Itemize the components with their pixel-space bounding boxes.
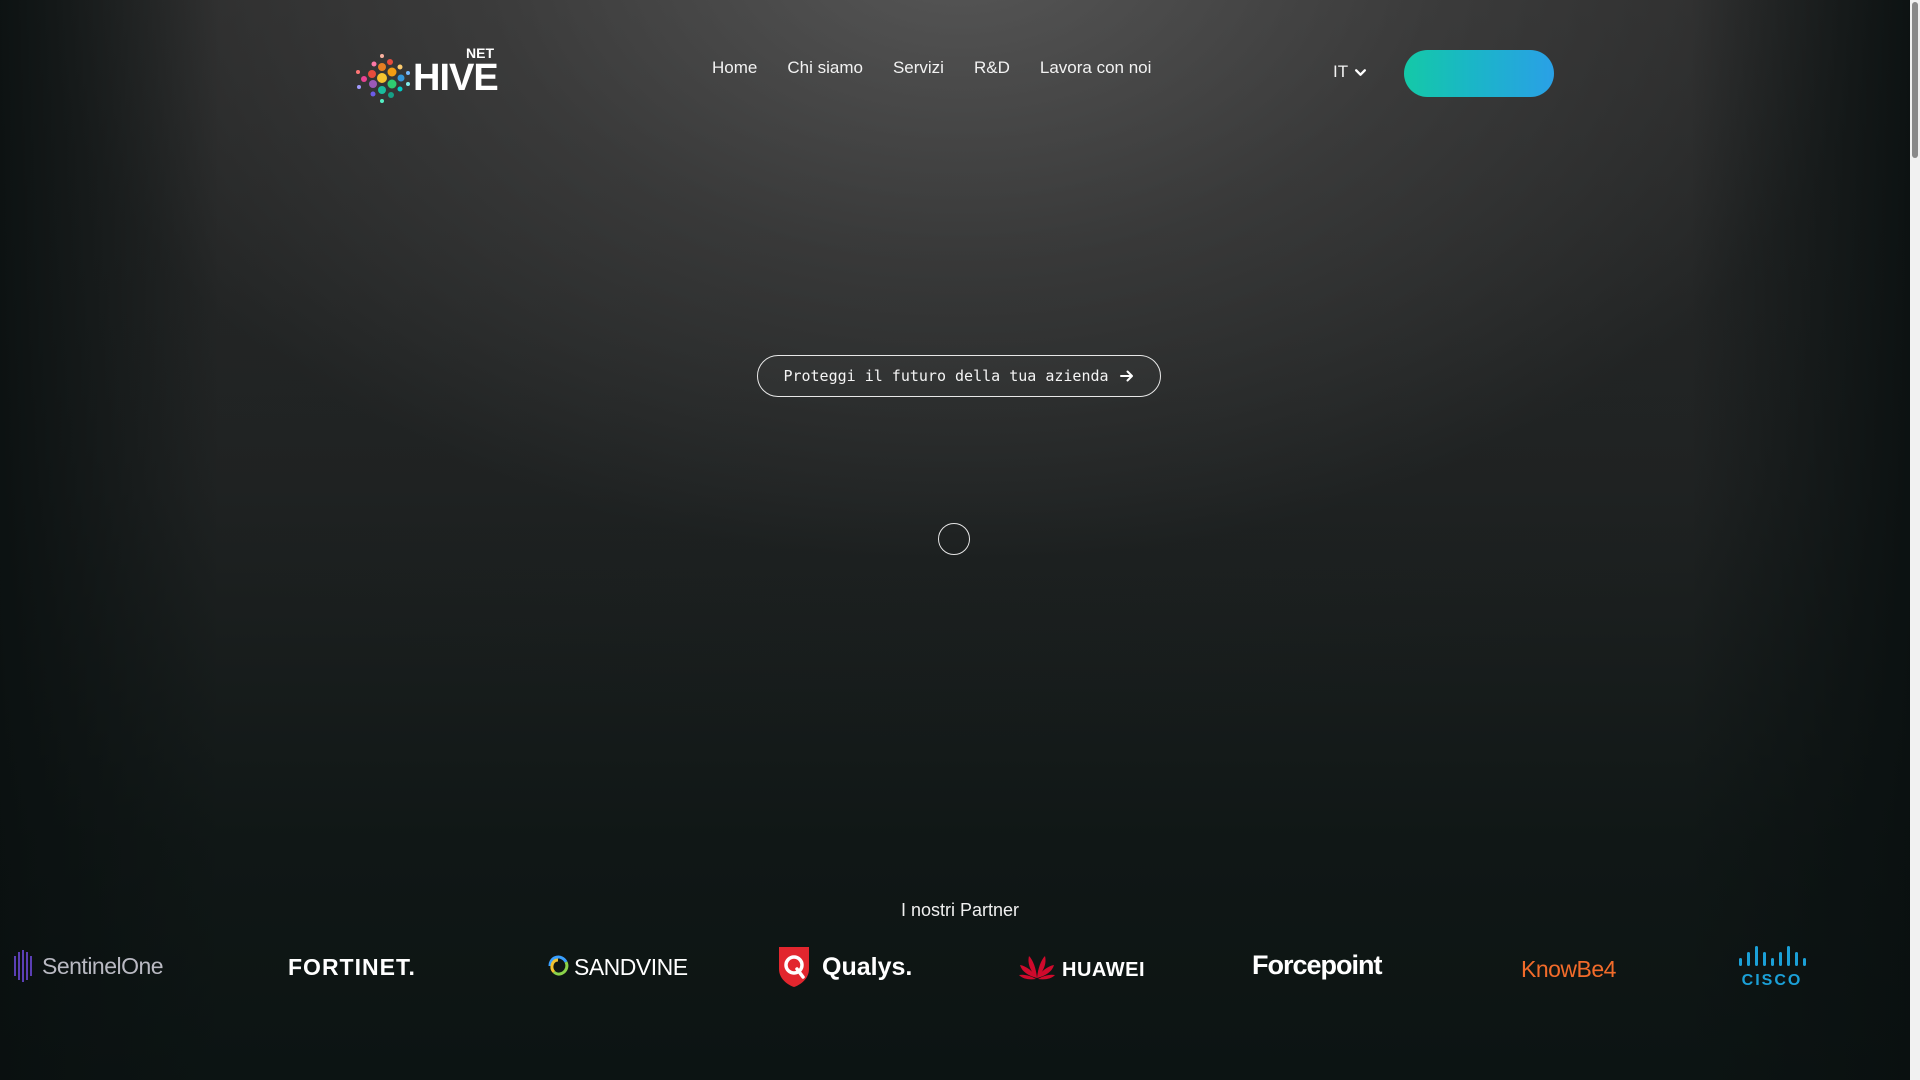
svg-text:CISCO: CISCO [1742,972,1803,988]
site-header: NET HIVE Home Chi siamo Servizi R&D Lavo… [0,0,1910,150]
sentinelone-mark-icon [14,950,32,982]
chevron-down-icon [1355,68,1367,76]
protect-future-button[interactable]: Proteggi il futuro della tua azienda [757,355,1161,397]
page-scrollbar[interactable] [1910,0,1920,1080]
partner-logo-sentinelone: SentinelOne [12,940,182,992]
sandvine-mark-icon [548,955,569,976]
nav-rd[interactable]: R&D [974,58,1010,78]
scroll-indicator[interactable] [938,523,970,555]
hive-dots-icon [356,54,410,103]
partner-logo-cisco: CISCO [1737,940,1817,992]
nav-servizi[interactable]: Servizi [893,58,944,78]
partner-logo-forcepoint: Forcepoint [1252,940,1412,992]
page: NET HIVE Home Chi siamo Servizi R&D Lavo… [0,0,1920,1080]
fortinet-logo: FORTINET. [288,954,416,980]
svg-text:Forcepoint: Forcepoint [1252,950,1383,980]
nav-lavora-con-noi[interactable]: Lavora con noi [1040,58,1152,78]
nav-chi-siamo[interactable]: Chi siamo [787,58,863,78]
partner-logo-sandvine: SANDVINE [546,940,691,992]
cisco-bars-icon [1739,946,1806,966]
main-nav: Home Chi siamo Servizi R&D Lavora con no… [712,58,1151,78]
svg-text:SentinelOne: SentinelOne [42,953,163,979]
svg-text:HIVE: HIVE [413,57,498,99]
svg-text:HUAWEI: HUAWEI [1062,959,1145,981]
protect-future-label: Proteggi il futuro della tua azienda [783,367,1109,385]
partner-logo-huawei: HUAWEI [1017,940,1152,992]
svg-text:Qualys.: Qualys. [822,953,912,981]
language-selector[interactable]: IT [1333,62,1367,82]
nethive-logo[interactable]: NET HIVE [352,40,512,110]
partner-logo-fortinet: FORTINET. [286,940,441,992]
svg-text:KnowBe4: KnowBe4 [1521,956,1617,982]
partner-logo-qualys: Qualys. [776,940,916,992]
huawei-flower-icon [1019,956,1055,980]
nethive-logo-mark: NET HIVE [356,45,499,103]
nav-home[interactable]: Home [712,58,757,78]
huawei-logo: HUAWEI [1019,956,1145,981]
partners-title: I nostri Partner [900,900,1020,920]
sentinelone-logo: SentinelOne [14,950,164,982]
partner-logo-knowbe4: KnowBe4 [1521,940,1631,992]
knowbe4-logo: KnowBe4 [1521,956,1617,982]
language-label: IT [1333,62,1349,81]
qualys-shield-icon [779,947,809,987]
scrollbar-thumb[interactable] [1912,2,1918,158]
qualys-logo: Qualys. [779,947,912,987]
cta-button[interactable] [1404,50,1554,97]
forcepoint-logo: Forcepoint [1252,950,1384,980]
sandvine-logo: SANDVINE [548,954,688,980]
cisco-logo: CISCO [1739,946,1806,988]
svg-text:FORTINET.: FORTINET. [288,954,416,980]
arrow-right-icon [1119,370,1133,382]
svg-text:SANDVINE: SANDVINE [574,954,688,980]
